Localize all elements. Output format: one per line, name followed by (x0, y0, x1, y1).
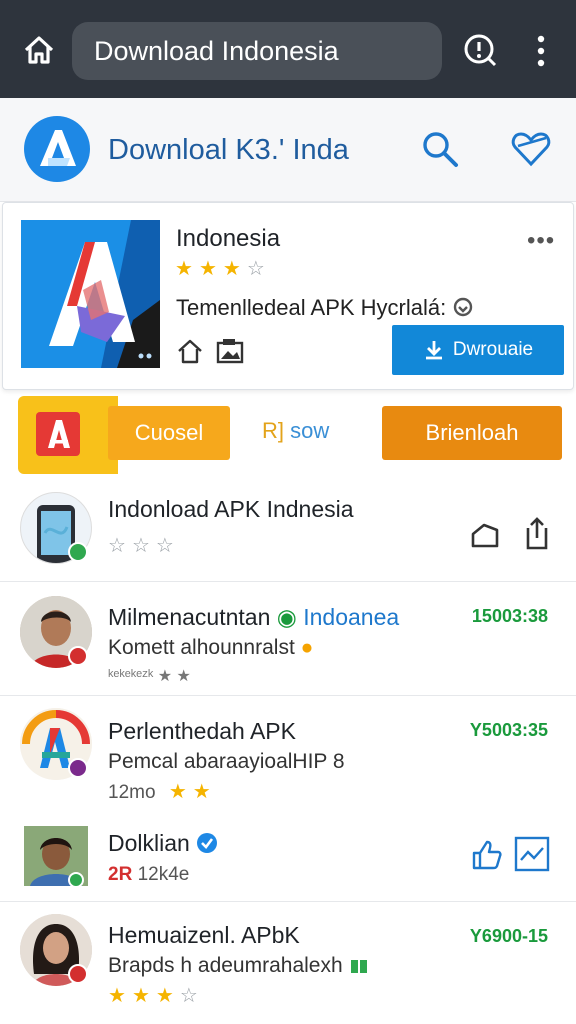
a-letter-icon (48, 420, 70, 448)
list-item-title: Milmenacutntan ◉ Indoanea (108, 604, 400, 630)
star-filled-icon: ★ (108, 985, 126, 1007)
app-icon (21, 220, 160, 368)
star-filled-icon: ★ (131, 985, 150, 1007)
list-item-title: Hemuaizenl. APbK (108, 922, 300, 948)
home-outline-icon[interactable] (176, 337, 204, 365)
list-item-subtitle: Pemcal abaraayioalHIP 8 (108, 750, 345, 773)
online-dot-icon: ◉ (276, 604, 297, 630)
list-item-title: Indonload APK Indnesia (108, 496, 354, 522)
list-item-meta: 12mo ★ ★ (108, 782, 217, 804)
list-item-rating: ★ ★ ★ ☆ (108, 986, 204, 1008)
list-item[interactable]: Dolklian 2R 12k4e (0, 806, 576, 902)
list-item[interactable]: Milmenacutntan ◉ Indoanea Komett alhounn… (0, 582, 576, 696)
category-link-sow[interactable]: R] sow (262, 418, 329, 444)
status-badge (68, 964, 88, 984)
download-icon (425, 341, 442, 360)
star-filled-icon: ★ (222, 258, 241, 280)
star-empty-icon: ☆ (108, 535, 126, 557)
site-name: Downloal K3.' Inda (108, 134, 349, 166)
category-app-icon[interactable] (36, 412, 80, 456)
list-item-time: 15003:38 (471, 606, 548, 626)
list-item-title: Perlenthedah APK (108, 718, 296, 744)
star-filled-icon: ★ (175, 258, 193, 280)
list-item-subtitle: Komett alhounnralst ● (108, 636, 314, 659)
site-header: Downloal K3.' Inda (0, 98, 576, 202)
star-empty-icon: ☆ (131, 535, 150, 557)
star-empty-icon: ☆ (246, 258, 265, 280)
upload-icon[interactable] (522, 516, 552, 552)
list-item-time: Y5003:35 (469, 720, 548, 740)
home-icon[interactable] (22, 33, 56, 67)
verified-badge (68, 542, 88, 562)
app-logo-icon (21, 220, 160, 368)
gift-icon (350, 960, 367, 973)
app-title: Indonesia (176, 225, 281, 252)
list-item-subtitle: Brapds h adeumrahalexh (108, 954, 369, 978)
app-description: Temenlledeal APK Hycrlalá: (176, 295, 474, 321)
gallery-icon[interactable] (215, 337, 245, 365)
download-button[interactable]: Dwrouaie (392, 325, 564, 375)
category-strip: Cuosel R] sow Brienloah (0, 396, 576, 474)
status-badge (68, 758, 88, 778)
download-count-icon (454, 297, 473, 317)
star-filled-icon: ★ (168, 781, 187, 803)
like-icon[interactable] (470, 838, 504, 872)
list-item-title: Dolklian (108, 830, 218, 857)
category-button-brenloah[interactable]: Brienloah (382, 406, 562, 460)
list-item-meta: ᵏᵉᵏᵉᵏᵉᶻᵏ ★ ★ (108, 668, 191, 685)
overflow-menu-icon[interactable] (530, 34, 552, 68)
star-filled-icon: ★ (198, 258, 217, 280)
featured-app-card[interactable]: Indonesia ••• ★ ★ ★ ☆ Temenlledeal APK Hycr… (2, 202, 574, 390)
star-filled-icon: ★ (192, 781, 211, 803)
logo-a-icon (26, 118, 88, 180)
download-button-label: Dwrouaie (452, 339, 534, 360)
app-rating: ★ ★ ★ ☆ (175, 259, 271, 280)
list-item-meta: 2R 12k4e (108, 864, 190, 885)
status-badge (68, 646, 88, 666)
list-item[interactable]: Indonload APK Indnesia ☆ ☆ ☆ (0, 478, 576, 582)
emoji-icon: ● (300, 636, 314, 659)
alert-icon[interactable] (462, 32, 498, 68)
share-icon[interactable] (468, 518, 502, 552)
search-icon[interactable] (420, 129, 460, 169)
favorite-icon[interactable] (510, 130, 552, 168)
verified-check-icon (197, 833, 218, 853)
category-button-cuosel[interactable]: Cuosel (108, 406, 230, 460)
site-logo[interactable] (24, 116, 90, 182)
list-item[interactable]: Perlenthedah APK Pemcal abaraayioalHIP 8… (0, 696, 576, 806)
browser-toolbar: Download Indonesia (0, 0, 576, 98)
address-bar-text: Download Indonesia (94, 36, 339, 66)
list-item[interactable]: Hemuaizenl. APbK Brapds h adeumrahalexh … (0, 902, 576, 1024)
list-item-rating: ★ ★ (169, 782, 217, 803)
address-bar[interactable]: Download Indonesia (72, 22, 442, 80)
star-empty-icon: ☆ (179, 985, 198, 1007)
list-item-rating: ☆ ☆ ☆ (108, 536, 180, 558)
star-filled-icon: ★ (155, 985, 174, 1007)
more-options-icon[interactable]: ••• (527, 227, 555, 255)
star-empty-icon: ☆ (155, 535, 174, 557)
verified-badge (68, 872, 84, 888)
list-item-time: Y6900-15 (469, 926, 548, 946)
stats-icon[interactable] (514, 836, 550, 872)
